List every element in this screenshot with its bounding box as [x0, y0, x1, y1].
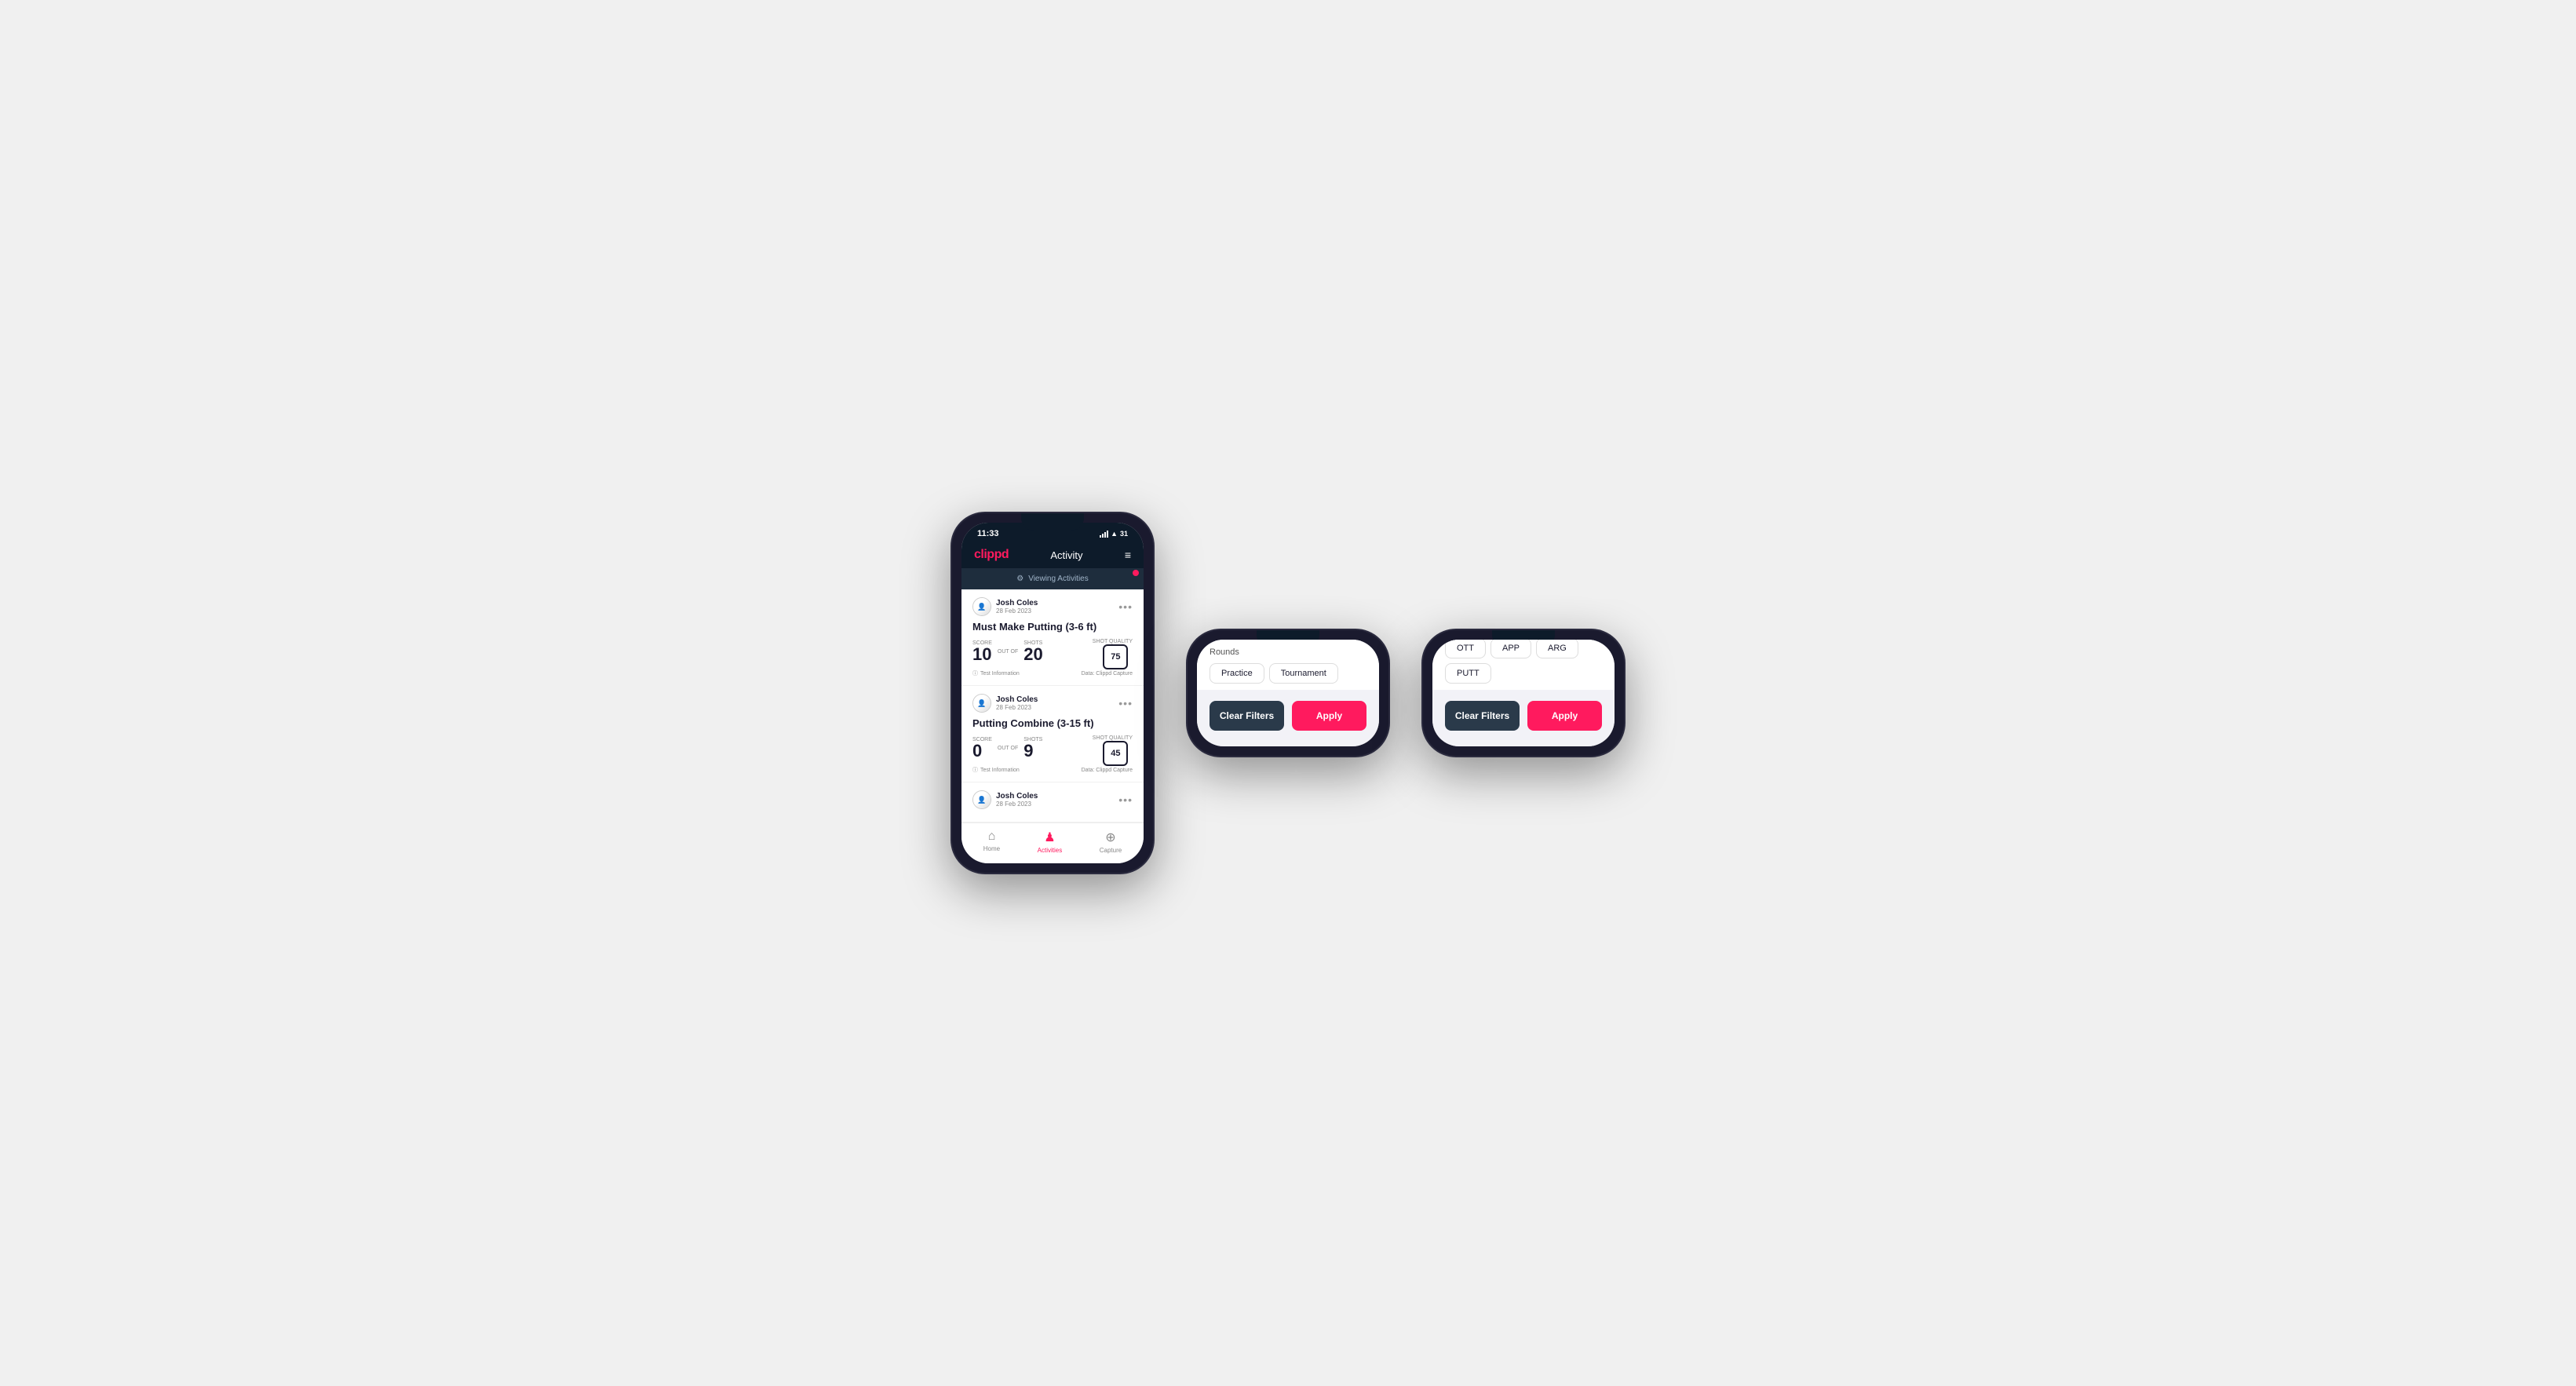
out-of-1: OUT OF	[998, 649, 1018, 655]
card-header-3: 👤 Josh Coles 28 Feb 2023 •••	[972, 790, 1133, 809]
notification-dot-1	[1133, 570, 1139, 576]
card-user-1: 👤 Josh Coles 28 Feb 2023	[972, 597, 1038, 616]
apply-button-3[interactable]: Apply	[1527, 701, 1602, 731]
chip-putt-3[interactable]: PUTT	[1445, 663, 1491, 684]
sq-label-1: Shot Quality	[1093, 639, 1133, 644]
rounds-label-2: Rounds	[1210, 647, 1366, 657]
shots-value-2: 9	[1023, 742, 1042, 760]
status-icons-1: ▲ 31	[1100, 530, 1128, 538]
activities-label-1: Activities	[1038, 847, 1063, 854]
viewing-label-1: Viewing Activities	[1028, 574, 1089, 583]
card-footer-1: ⓘ Test Information Data: Clippd Capture	[972, 669, 1133, 677]
capture-label-1: Capture	[1100, 847, 1122, 854]
phone-1: 11:33 ▲ 31 clippd Activity ≡ ⚙ Viewing A…	[950, 512, 1155, 874]
phone-1-screen: 11:33 ▲ 31 clippd Activity ≡ ⚙ Viewing A…	[961, 523, 1144, 863]
activities-icon-1: ♟	[1044, 830, 1055, 845]
user-name-1: Josh Coles	[996, 599, 1038, 607]
home-label-1: Home	[983, 845, 1000, 852]
activity-card-3: 👤 Josh Coles 28 Feb 2023 •••	[961, 782, 1144, 822]
bottom-nav-1: ⌂ Home ♟ Activities ⊕ Capture	[961, 822, 1144, 863]
modal-overlay-2: Filter ✕ Show Rounds Practice Drills Ro	[1197, 640, 1379, 746]
footer-right-1: Data: Clippd Capture	[1082, 671, 1133, 677]
rounds-section-2: Rounds Practice Tournament	[1210, 640, 1366, 690]
stats-row-1: Score 10 OUT OF Shots 20	[972, 640, 1043, 663]
more-dots-3[interactable]: •••	[1118, 793, 1133, 806]
phone-2: 11:33 ▲ 31 clippd Activity ≡ ⚙ Viewing A…	[1186, 629, 1390, 757]
card-user-2: 👤 Josh Coles 28 Feb 2023	[972, 694, 1038, 713]
drills-chips-3: OTT APP ARG PUTT	[1445, 640, 1602, 684]
modal-footer-2: Clear Filters Apply	[1197, 690, 1379, 731]
rounds-chips-2: Practice Tournament	[1210, 663, 1366, 684]
notch-1	[1021, 513, 1084, 531]
activity-card-1: 👤 Josh Coles 28 Feb 2023 ••• Must Make P…	[961, 589, 1144, 686]
user-name-3: Josh Coles	[996, 792, 1038, 801]
apply-button-2[interactable]: Apply	[1292, 701, 1366, 731]
shot-quality-badge-2: 45	[1103, 741, 1128, 766]
footer-left-1: Test Information	[980, 671, 1020, 677]
nav-capture-1[interactable]: ⊕ Capture	[1100, 830, 1122, 854]
wifi-icon-1: ▲	[1111, 530, 1118, 538]
more-dots-2[interactable]: •••	[1118, 697, 1133, 709]
user-date-1: 28 Feb 2023	[996, 607, 1038, 615]
shots-value-1: 20	[1023, 646, 1042, 663]
card-footer-2: ⓘ Test Information Data: Clippd Capture	[972, 766, 1133, 774]
user-info-3: Josh Coles 28 Feb 2023	[996, 792, 1038, 808]
card-user-3: 👤 Josh Coles 28 Feb 2023	[972, 790, 1038, 809]
activity-title-1: Must Make Putting (3-6 ft)	[972, 621, 1133, 633]
nav-title-1: Activity	[1050, 549, 1082, 561]
card-header-1: 👤 Josh Coles 28 Feb 2023 •••	[972, 597, 1133, 616]
modal-body-3: Show Rounds Practice Drills Practice Dri…	[1432, 640, 1615, 690]
more-dots-1[interactable]: •••	[1118, 600, 1133, 613]
user-info-2: Josh Coles 28 Feb 2023	[996, 695, 1038, 711]
nav-activities-1[interactable]: ♟ Activities	[1038, 830, 1063, 854]
user-name-2: Josh Coles	[996, 695, 1038, 704]
shot-quality-badge-1: 75	[1103, 644, 1128, 669]
avatar-1: 👤	[972, 597, 991, 616]
modal-body-2: Show Rounds Practice Drills Rounds Pract…	[1197, 640, 1379, 690]
chip-tournament-2[interactable]: Tournament	[1269, 663, 1338, 684]
modal-overlay-3: Filter ✕ Show Rounds Practice Drills Pr	[1432, 640, 1615, 746]
viewing-bar-1[interactable]: ⚙ Viewing Activities	[961, 568, 1144, 589]
chip-arg-3[interactable]: ARG	[1536, 640, 1578, 658]
card-header-2: 👤 Josh Coles 28 Feb 2023 •••	[972, 694, 1133, 713]
menu-icon-1[interactable]: ≡	[1125, 549, 1131, 561]
footer-left-2: Test Information	[980, 768, 1020, 773]
avatar-2: 👤	[972, 694, 991, 713]
info-icon-1: ⓘ	[972, 669, 978, 677]
filter-modal-3: Filter ✕ Show Rounds Practice Drills Pr	[1432, 640, 1615, 746]
phone-2-screen: 11:33 ▲ 31 clippd Activity ≡ ⚙ Viewing A…	[1197, 640, 1379, 746]
footer-right-2: Data: Clippd Capture	[1082, 768, 1133, 773]
activity-card-2: 👤 Josh Coles 28 Feb 2023 ••• Putting Com…	[961, 686, 1144, 782]
app-header-1: clippd Activity ≡	[961, 542, 1144, 568]
filter-icon-1: ⚙	[1016, 574, 1023, 583]
score-value-2: 0	[972, 742, 992, 760]
home-icon-1: ⌂	[988, 830, 996, 844]
logo-1: clippd	[974, 548, 1009, 562]
nav-home-1[interactable]: ⌂ Home	[983, 830, 1000, 854]
user-info-1: Josh Coles 28 Feb 2023	[996, 599, 1038, 615]
phone-3: 11:33 ▲ 31 clippd Activity ≡ ⚙ Viewing A…	[1421, 629, 1626, 757]
chip-practice-2[interactable]: Practice	[1210, 663, 1264, 684]
stats-row-2: Score 0 OUT OF Shots 9	[972, 737, 1042, 760]
avatar-3: 👤	[972, 790, 991, 809]
user-date-3: 28 Feb 2023	[996, 801, 1038, 808]
score-value-1: 10	[972, 646, 992, 663]
filter-modal-2: Filter ✕ Show Rounds Practice Drills Ro	[1197, 640, 1379, 746]
chip-ott-3[interactable]: OTT	[1445, 640, 1486, 658]
battery-icon-1: 31	[1120, 530, 1128, 538]
out-of-2: OUT OF	[998, 746, 1018, 751]
info-icon-2: ⓘ	[972, 766, 978, 774]
time-1: 11:33	[977, 529, 999, 538]
clear-filters-button-2[interactable]: Clear Filters	[1210, 701, 1284, 731]
practice-drills-section-3: Practice Drills OTT APP ARG PUTT	[1445, 640, 1602, 690]
clear-filters-button-3[interactable]: Clear Filters	[1445, 701, 1520, 731]
capture-icon-1: ⊕	[1105, 830, 1115, 845]
phone-3-screen: 11:33 ▲ 31 clippd Activity ≡ ⚙ Viewing A…	[1432, 640, 1615, 746]
signal-icon-1	[1100, 530, 1108, 538]
activity-title-2: Putting Combine (3-15 ft)	[972, 717, 1133, 729]
sq-label-2: Shot Quality	[1093, 735, 1133, 741]
user-date-2: 28 Feb 2023	[996, 704, 1038, 711]
modal-footer-3: Clear Filters Apply	[1432, 690, 1615, 731]
chip-app-3[interactable]: APP	[1491, 640, 1531, 658]
